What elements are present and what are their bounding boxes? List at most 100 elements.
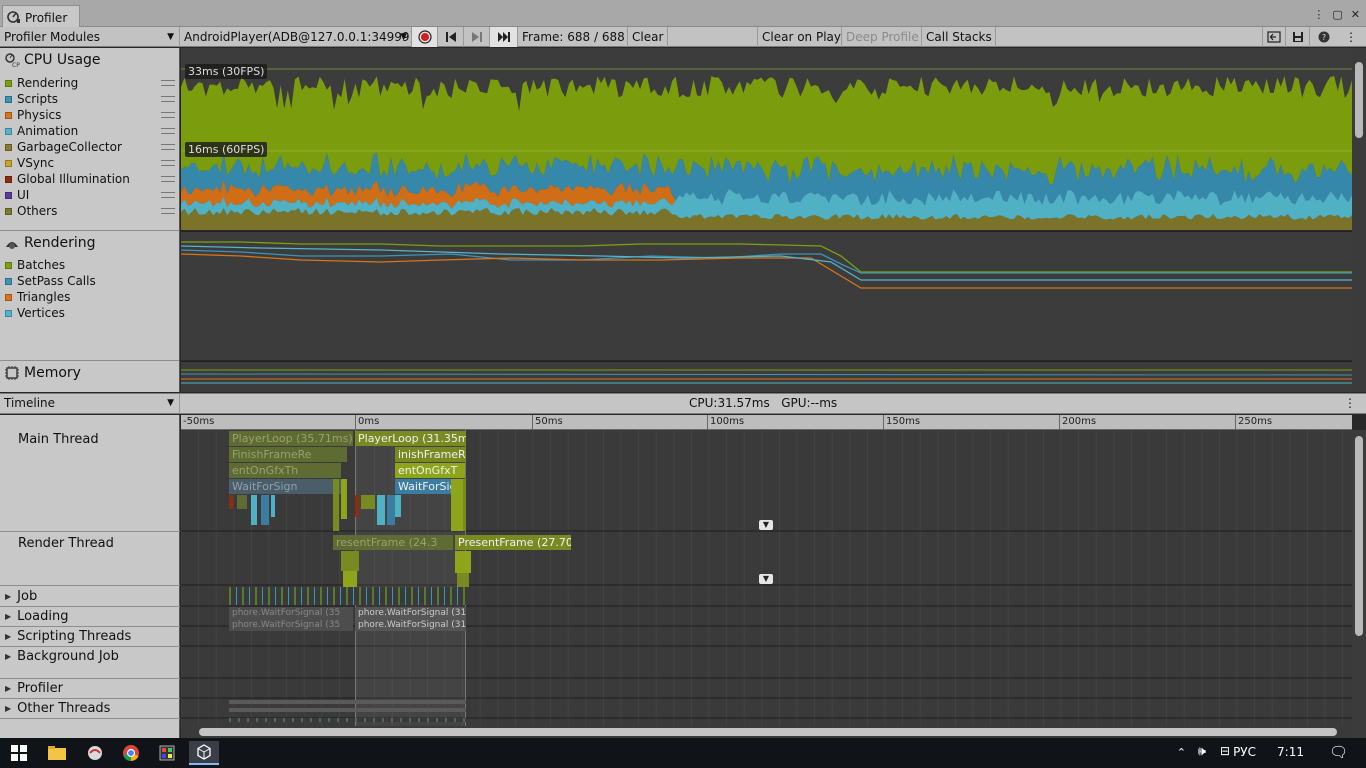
legend-item[interactable]: Vertices bbox=[5, 305, 65, 321]
marker-finishframe-prev[interactable]: FinishFrameRe bbox=[229, 447, 347, 462]
drag-handle-icon[interactable] bbox=[161, 128, 175, 134]
sample-marker[interactable] bbox=[377, 495, 385, 525]
sample-marker[interactable] bbox=[455, 551, 471, 573]
marker-job-wait[interactable]: phore.WaitForSignal (31 bbox=[355, 607, 466, 619]
legend-item[interactable]: UI bbox=[5, 187, 175, 203]
load-button[interactable] bbox=[1262, 27, 1286, 47]
marker-job-wait-prev[interactable]: phore.WaitForSignal (35 bbox=[229, 607, 353, 619]
marker-playerloop-prev[interactable]: PlayerLoop (35.71ms) bbox=[229, 431, 353, 446]
windows-start-icon[interactable] bbox=[4, 741, 34, 765]
unity-icon[interactable] bbox=[189, 741, 219, 765]
sample-marker[interactable] bbox=[341, 479, 347, 519]
language-indicator[interactable]: РУС bbox=[1233, 745, 1256, 759]
drag-handle-icon[interactable] bbox=[161, 80, 175, 86]
sample-marker[interactable] bbox=[261, 495, 269, 525]
modules-vertical-scrollbar[interactable] bbox=[1352, 48, 1366, 392]
sample-marker[interactable] bbox=[229, 495, 233, 509]
timeline-area[interactable]: PlayerLoop (35.71ms) PlayerLoop (31.35ms… bbox=[181, 430, 1352, 738]
timeline-horizontal-scrollbar[interactable] bbox=[181, 726, 1352, 738]
timeline-vertical-scrollbar[interactable] bbox=[1352, 430, 1366, 738]
marker-loading-wait-prev[interactable]: phore.WaitForSignal (35 bbox=[229, 619, 353, 631]
drag-handle-icon[interactable] bbox=[161, 144, 175, 150]
chevron-up-icon[interactable]: ⌃ bbox=[1177, 746, 1186, 759]
tab-profiler[interactable]: Profiler bbox=[2, 5, 80, 27]
volume-icon[interactable]: 🕪 bbox=[1198, 744, 1206, 759]
expand-thread-button[interactable]: ▼ bbox=[759, 520, 773, 530]
module-rendering[interactable]: Rendering bbox=[4, 235, 96, 251]
marker-waitforsignal-prev[interactable]: WaitForSign bbox=[229, 479, 341, 494]
sample-marker[interactable] bbox=[271, 495, 275, 517]
drag-handle-icon[interactable] bbox=[161, 192, 175, 198]
app-icon[interactable] bbox=[80, 741, 110, 765]
drag-handle-icon[interactable] bbox=[161, 96, 175, 102]
drag-handle-icon[interactable] bbox=[161, 112, 175, 118]
expand-thread-button[interactable]: ▼ bbox=[759, 574, 773, 584]
network-icon[interactable]: ⊟ bbox=[1220, 744, 1230, 758]
drag-handle-icon[interactable] bbox=[161, 208, 175, 214]
marker-gfx[interactable]: entOnGfxT bbox=[395, 463, 465, 478]
legend-item[interactable]: Batches bbox=[5, 257, 65, 273]
prev-frame-button[interactable] bbox=[438, 27, 464, 47]
legend-item[interactable]: Animation bbox=[5, 123, 175, 139]
cpu-usage-chart[interactable]: 33ms (30FPS) 16ms (60FPS) bbox=[181, 48, 1352, 230]
sample-marker[interactable] bbox=[457, 573, 469, 587]
sample-marker[interactable] bbox=[395, 495, 401, 517]
marker-finishframe[interactable]: inishFrameRe bbox=[395, 447, 466, 462]
group-other-threads[interactable]: ▶ Other Threads bbox=[5, 701, 110, 716]
notifications-icon[interactable]: 🗨 bbox=[1329, 743, 1348, 761]
kebab-menu-icon[interactable]: ⋮ bbox=[1313, 8, 1324, 21]
clock[interactable]: 7:11 bbox=[1277, 745, 1304, 759]
marker-playerloop[interactable]: PlayerLoop (31.35ms) bbox=[355, 431, 466, 446]
marker-loading-wait[interactable]: phore.WaitForSignal (31 bbox=[355, 619, 466, 631]
group-background-job[interactable]: ▶ Background Job bbox=[5, 649, 119, 664]
legend-item[interactable]: SetPass Calls bbox=[5, 273, 96, 289]
file-explorer-icon[interactable] bbox=[42, 741, 72, 765]
legend-item[interactable]: Scripts bbox=[5, 91, 175, 107]
record-button[interactable] bbox=[412, 27, 438, 47]
next-frame-button[interactable] bbox=[464, 27, 490, 47]
time-ruler[interactable]: -50ms 0ms 50ms 100ms 150ms 200ms 250ms bbox=[181, 415, 1352, 430]
call-stacks-toggle[interactable]: Call Stacks bbox=[922, 27, 996, 47]
deep-profile-toggle[interactable]: Deep Profile bbox=[842, 27, 922, 47]
clear-on-play-toggle[interactable]: Clear on Play bbox=[757, 27, 842, 47]
sample-marker[interactable] bbox=[463, 479, 466, 531]
marker-presentframe-prev[interactable]: resentFrame (24.3 bbox=[333, 535, 453, 550]
legend-item[interactable]: VSync bbox=[5, 155, 175, 171]
sample-marker[interactable] bbox=[333, 479, 339, 531]
profiler-modules-dropdown[interactable]: Profiler Modules ▼ bbox=[0, 27, 180, 47]
clear-button[interactable]: Clear bbox=[628, 27, 668, 47]
group-loading[interactable]: ▶ Loading bbox=[5, 609, 68, 624]
current-frame-button[interactable] bbox=[490, 27, 518, 47]
sample-marker[interactable] bbox=[341, 551, 359, 571]
maximize-icon[interactable]: ▢ bbox=[1332, 8, 1342, 21]
module-memory[interactable]: Memory bbox=[4, 365, 81, 381]
sample-marker[interactable] bbox=[355, 495, 359, 517]
group-job[interactable]: ▶ Job bbox=[5, 589, 37, 604]
sample-marker[interactable] bbox=[237, 495, 247, 509]
module-cpu-usage[interactable]: CPU CPU Usage bbox=[4, 52, 101, 68]
legend-item[interactable]: Rendering bbox=[5, 75, 175, 91]
scrollbar-thumb[interactable] bbox=[1355, 62, 1363, 138]
kebab-menu-icon[interactable]: ⋮ bbox=[1344, 394, 1356, 413]
scrollbar-thumb[interactable] bbox=[1355, 436, 1363, 636]
thread-render[interactable]: Render Thread bbox=[18, 536, 114, 551]
close-icon[interactable]: ✕ bbox=[1351, 8, 1360, 21]
sample-marker[interactable] bbox=[387, 495, 395, 525]
drag-handle-icon[interactable] bbox=[161, 160, 175, 166]
target-player-dropdown[interactable]: AndroidPlayer(ADB@127.0.0.1:34999) ▼ bbox=[180, 27, 412, 47]
legend-item[interactable]: Global Illumination bbox=[5, 171, 175, 187]
group-profiler[interactable]: ▶ Profiler bbox=[5, 681, 63, 696]
legend-item[interactable]: Others bbox=[5, 203, 175, 219]
marker-presentframe[interactable]: PresentFrame (27.70 bbox=[455, 535, 571, 550]
scrollbar-thumb[interactable] bbox=[199, 728, 1337, 736]
chrome-icon[interactable] bbox=[116, 741, 146, 765]
legend-item[interactable]: Triangles bbox=[5, 289, 70, 305]
save-button[interactable] bbox=[1286, 27, 1310, 47]
sample-marker[interactable] bbox=[251, 495, 257, 525]
marker-gfx-prev[interactable]: entOnGfxTh bbox=[229, 463, 341, 478]
help-button[interactable]: ? bbox=[1312, 27, 1336, 47]
legend-item[interactable]: GarbageCollector bbox=[5, 139, 175, 155]
view-mode-dropdown[interactable]: Timeline ▼ bbox=[0, 394, 180, 413]
drag-handle-icon[interactable] bbox=[161, 176, 175, 182]
app-icon[interactable] bbox=[152, 741, 182, 765]
